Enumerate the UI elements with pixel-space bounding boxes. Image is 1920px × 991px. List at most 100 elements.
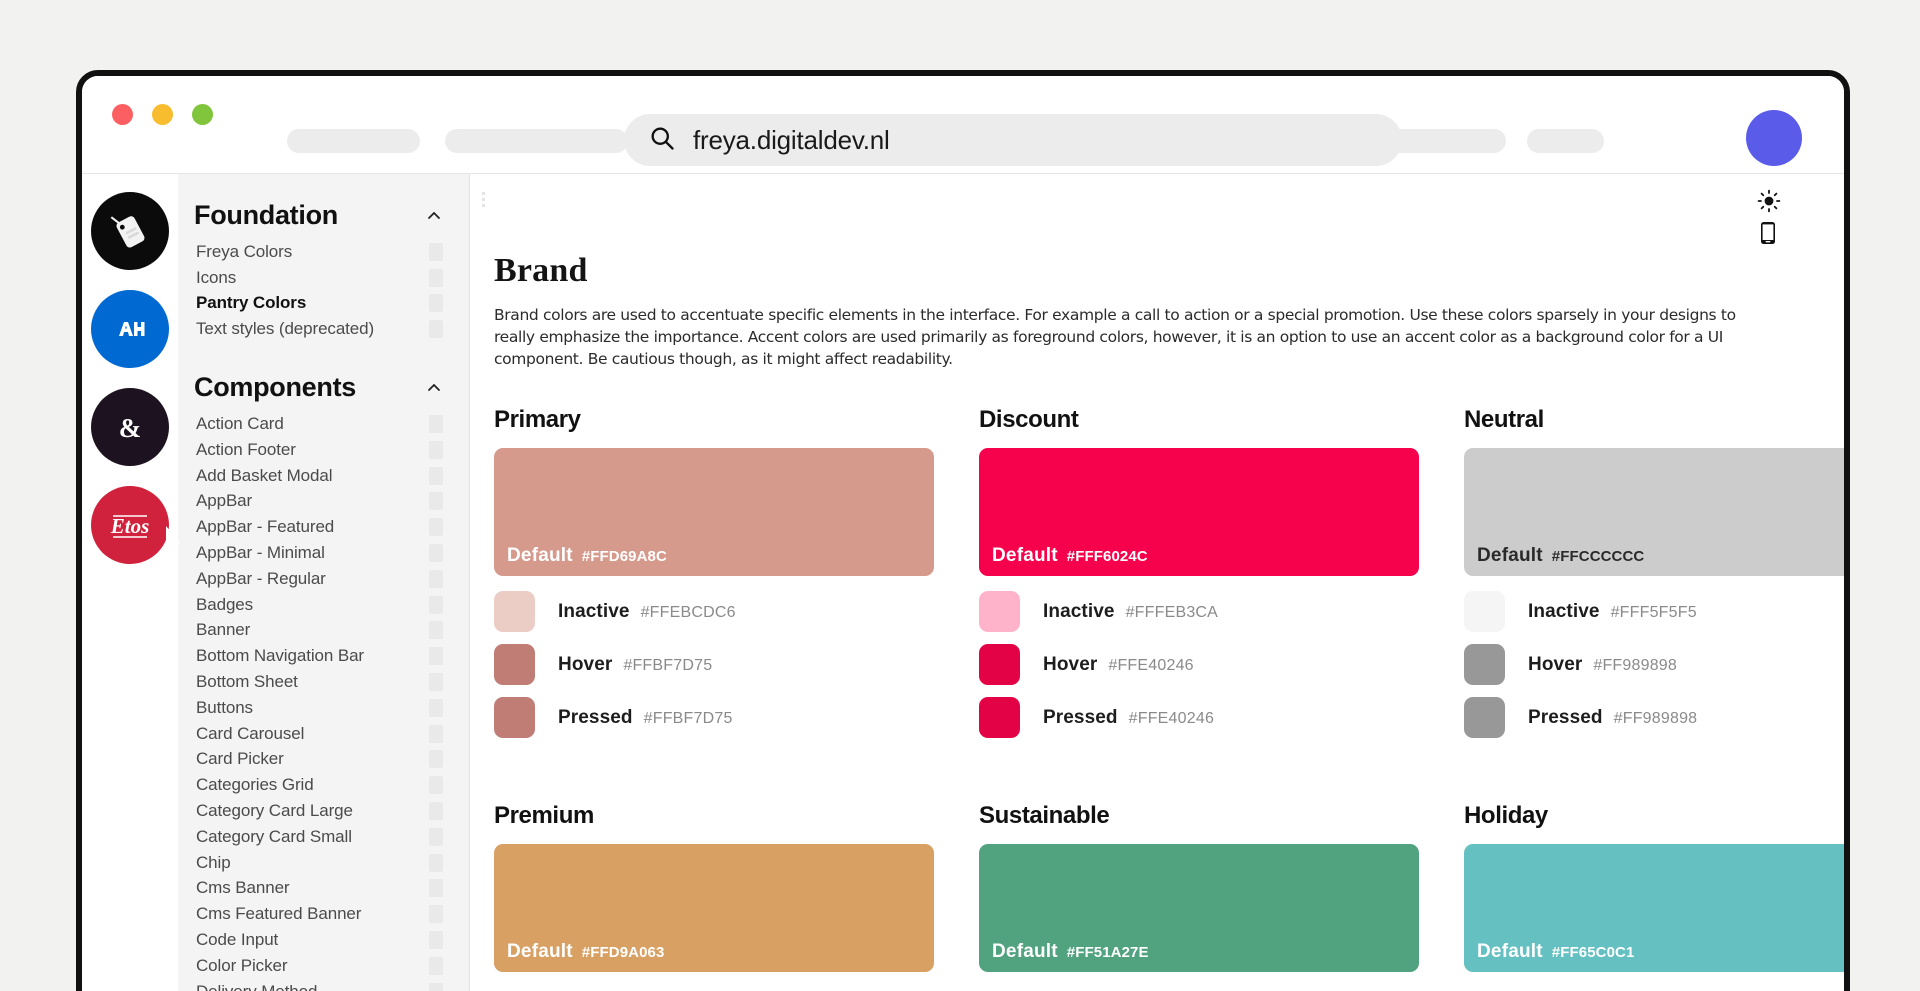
swatch-state-name: Default: [507, 545, 573, 566]
sidebar-group-components[interactable]: Components: [178, 364, 469, 411]
swatch-row-inactive[interactable]: Inactive #FFF5F5F5: [1464, 591, 1844, 632]
brand-logo-tag[interactable]: [91, 192, 169, 270]
sidebar-item-card-carousel[interactable]: Card Carousel: [178, 721, 469, 747]
sidebar-item-appbar-regular[interactable]: AppBar - Regular: [178, 566, 469, 592]
chevron-up-icon[interactable]: [425, 207, 443, 225]
sidebar-item-appbar[interactable]: AppBar: [178, 489, 469, 515]
sidebar-item-marker: [429, 827, 443, 846]
sidebar-item-label: Color Picker: [196, 955, 288, 975]
swatch-chip[interactable]: [1464, 591, 1505, 632]
swatch-state-name: Hover: [558, 653, 613, 675]
swatch-default-discount[interactable]: Default #FFF6024C: [979, 448, 1419, 576]
brand-logo-etos[interactable]: Etos: [91, 486, 169, 564]
sidebar-item-buttons[interactable]: Buttons: [178, 695, 469, 721]
swatch-default-primary[interactable]: Default #FFD69A8C: [494, 448, 934, 576]
sidebar-item-label: Categories Grid: [196, 775, 314, 795]
page-description: Brand colors are used to accentuate spec…: [494, 306, 1736, 368]
swatch-default-holiday[interactable]: Default #FF65C0C1: [1464, 844, 1844, 972]
brand-logo-ah[interactable]: [91, 290, 169, 368]
swatch-chip[interactable]: [494, 644, 535, 685]
sidebar-item-marker: [429, 268, 443, 287]
sidebar-item-action-card[interactable]: Action Card: [178, 411, 469, 437]
swatch-chip[interactable]: [494, 697, 535, 738]
swatch-group-title: Holiday: [1464, 802, 1548, 829]
sidebar-item-appbar-minimal[interactable]: AppBar - Minimal: [178, 540, 469, 566]
sidebar-item-marker: [429, 569, 443, 588]
swatch-state-hex: #FFEBCDC6: [640, 603, 736, 621]
sidebar-group-foundation[interactable]: Foundation: [178, 192, 469, 239]
sidebar-item-cms-banner[interactable]: Cms Banner: [178, 876, 469, 902]
swatch-row-texts: Hover #FFE40246: [1043, 654, 1194, 676]
sidebar-item-freya-colors[interactable]: Freya Colors: [178, 239, 469, 265]
sidebar-item-category-card-small[interactable]: Category Card Small: [178, 824, 469, 850]
sidebar-item-marker: [429, 776, 443, 795]
sidebar-nav[interactable]: Foundation Freya Colors Icons Pantry Col…: [178, 174, 470, 991]
sidebar-item-color-picker[interactable]: Color Picker: [178, 953, 469, 979]
sidebar-item-delivery-method[interactable]: Delivery Method: [178, 979, 469, 991]
swatch-row-texts: Pressed #FF989898: [1528, 707, 1697, 729]
sidebar-item-marker: [429, 982, 443, 991]
sun-icon[interactable]: [1756, 188, 1782, 214]
sidebar-item-category-card-large[interactable]: Category Card Large: [178, 798, 469, 824]
sidebar-item-chip[interactable]: Chip: [178, 850, 469, 876]
toolbar-placeholder-2: [445, 129, 628, 153]
swatch-chip[interactable]: [979, 644, 1020, 685]
content-area: Brand Brand colors are used to accentuat…: [470, 174, 1844, 991]
swatch-row-texts: Pressed #FFBF7D75: [558, 707, 733, 729]
url-text: freya.digitaldev.nl: [693, 124, 890, 155]
sidebar-item-banner[interactable]: Banner: [178, 618, 469, 644]
sidebar-item-bottom-navigation-bar[interactable]: Bottom Navigation Bar: [178, 643, 469, 669]
avatar[interactable]: [1746, 110, 1802, 166]
sidebar-item-icons[interactable]: Icons: [178, 265, 469, 291]
chevron-up-icon[interactable]: [425, 379, 443, 397]
sidebar-item-card-picker[interactable]: Card Picker: [178, 747, 469, 773]
sidebar-item-cms-featured-banner[interactable]: Cms Featured Banner: [178, 901, 469, 927]
swatch-row-hover[interactable]: Hover #FFE40246: [979, 644, 1419, 685]
sidebar-item-bottom-sheet[interactable]: Bottom Sheet: [178, 669, 469, 695]
swatch-row-pressed[interactable]: Pressed #FFE40246: [979, 697, 1419, 738]
content-drag-handle[interactable]: [482, 192, 485, 210]
swatch-row-inactive[interactable]: Inactive #FFFEB3CA: [979, 591, 1419, 632]
sidebar-group-title: Foundation: [194, 200, 338, 230]
swatch-row-hover[interactable]: Hover #FFBF7D75: [494, 644, 934, 685]
swatch-default-premium[interactable]: Default #FFD9A063: [494, 844, 934, 972]
sidebar-components-list[interactable]: Action Card Action Footer Add Basket Modal…: [178, 411, 469, 991]
swatch-row-pressed[interactable]: Pressed #FFBF7D75: [494, 697, 934, 738]
browser-window: freya.digitaldev.nl & Etos Foundation Fr…: [76, 70, 1850, 991]
close-window-button[interactable]: [112, 104, 133, 125]
swatch-chip[interactable]: [1464, 644, 1505, 685]
sidebar-item-code-input[interactable]: Code Input: [178, 927, 469, 953]
mobile-device-icon[interactable]: [1756, 220, 1782, 246]
zoom-window-button[interactable]: [192, 104, 213, 125]
swatch-default-sustainable[interactable]: Default #FF51A27E: [979, 844, 1419, 972]
swatch-state-hex: #FF989898: [1613, 709, 1698, 727]
address-bar[interactable]: freya.digitaldev.nl: [624, 114, 1402, 166]
swatch-chip[interactable]: [494, 591, 535, 632]
swatch-chip[interactable]: [979, 697, 1020, 738]
swatch-chip[interactable]: [1464, 697, 1505, 738]
sidebar-item-marker: [429, 673, 443, 692]
sidebar-item-appbar-featured[interactable]: AppBar - Featured: [178, 514, 469, 540]
content-toolbar[interactable]: [1756, 188, 1782, 246]
sidebar-item-marker: [429, 956, 443, 975]
minimize-window-button[interactable]: [152, 104, 173, 125]
sidebar-item-action-footer[interactable]: Action Footer: [178, 437, 469, 463]
brand-logo-ampersand[interactable]: &: [91, 388, 169, 466]
sidebar-item-badges[interactable]: Badges: [178, 592, 469, 618]
sidebar-item-label: AppBar - Regular: [196, 568, 326, 588]
swatch-chip[interactable]: [979, 591, 1020, 632]
swatch-row-pressed[interactable]: Pressed #FF989898: [1464, 697, 1844, 738]
sidebar-item-marker: [429, 466, 443, 485]
swatch-row-hover[interactable]: Hover #FF989898: [1464, 644, 1844, 685]
swatch-default-neutral[interactable]: Default #FFCCCCCC: [1464, 448, 1844, 576]
sidebar-item-add-basket-modal[interactable]: Add Basket Modal: [178, 463, 469, 489]
svg-text:&: &: [119, 413, 142, 443]
sidebar-item-categories-grid[interactable]: Categories Grid: [178, 772, 469, 798]
swatch-row-inactive[interactable]: Inactive #FFEBCDC6: [494, 591, 934, 632]
sidebar-item-label: Chip: [196, 852, 231, 872]
swatch-state-name: Default: [992, 941, 1058, 962]
sidebar-item-text-styles[interactable]: Text styles (deprecated): [178, 316, 469, 342]
window-controls[interactable]: [112, 104, 213, 125]
sidebar-item-pantry-colors[interactable]: Pantry Colors: [178, 291, 469, 317]
swatch-state-hex: #FFE40246: [1108, 656, 1194, 674]
